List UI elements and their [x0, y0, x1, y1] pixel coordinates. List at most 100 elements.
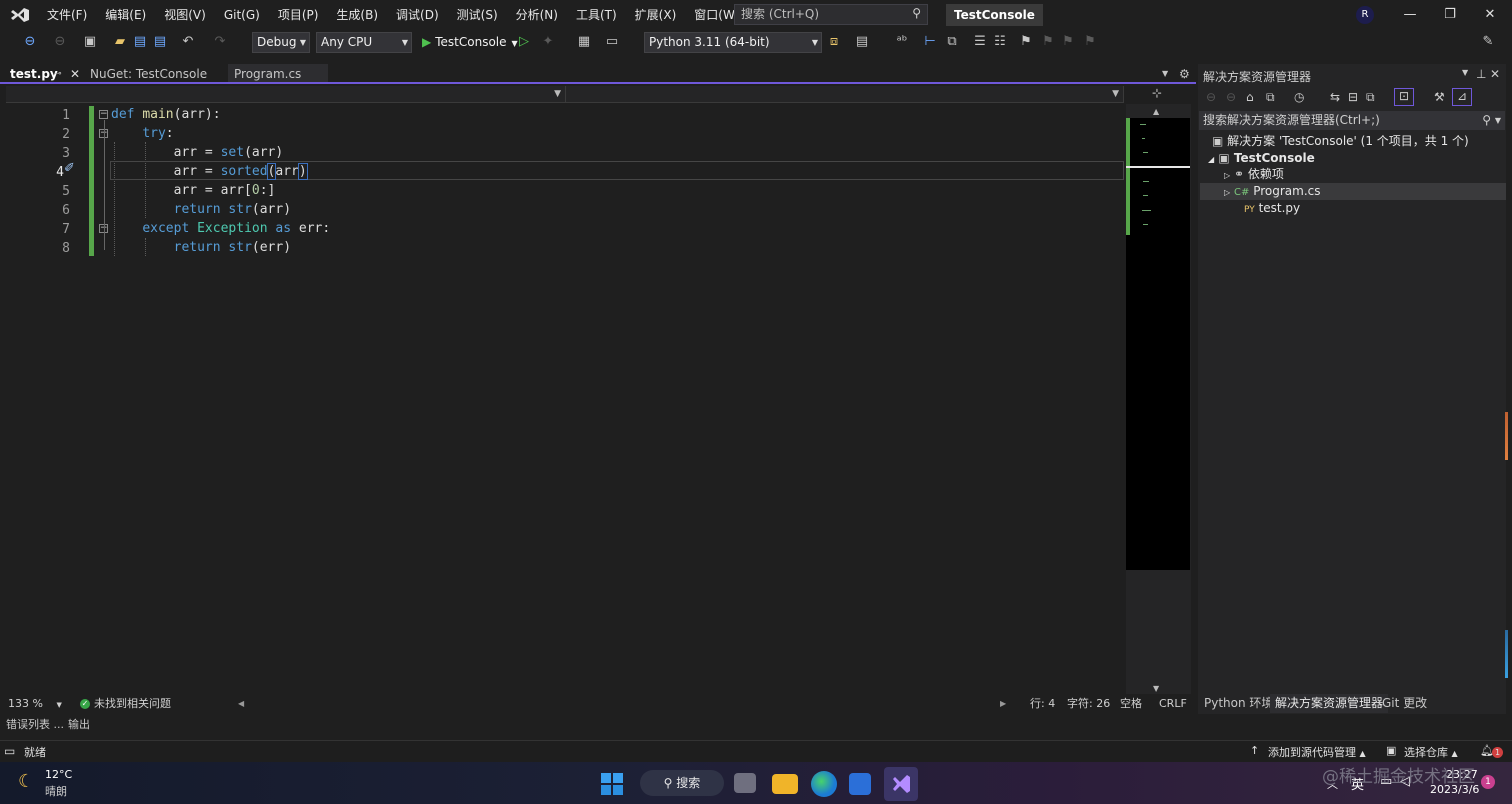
forward-icon[interactable]: ⊖ [1226, 90, 1236, 104]
properties-icon[interactable]: ⊡ [1394, 88, 1414, 106]
layout-icon[interactable]: ▤ [854, 34, 870, 50]
menu-build[interactable]: 生成(B) [327, 0, 387, 30]
line-ending-indicator[interactable]: CRLF [1159, 695, 1187, 712]
whitespace-indicator[interactable]: 空格 [1120, 695, 1142, 712]
forward-icon[interactable]: ⊖ [52, 34, 68, 50]
config-select[interactable]: Debug ▼ [252, 32, 310, 53]
solution-search-input[interactable]: 搜索解决方案资源管理器(Ctrl+;) ⚲ ▼ [1199, 111, 1505, 130]
taskbar-search[interactable]: ⚲ 搜索 [640, 770, 724, 796]
tab-program-cs[interactable]: Program.cs [228, 64, 328, 84]
menu-file[interactable]: 文件(F) [38, 0, 96, 30]
scope-dropdown[interactable]: ▼ [6, 86, 566, 103]
tab-list-dropdown-icon[interactable]: ▼ [1162, 64, 1178, 84]
tab-solution-explorer[interactable]: 解决方案资源管理器 [1270, 694, 1389, 713]
close-window-icon[interactable]: ✕ [1470, 0, 1510, 30]
file-explorer-icon[interactable] [772, 774, 798, 794]
platform-select[interactable]: Any CPU ▼ [316, 32, 412, 53]
restore-icon[interactable]: ❐ [1430, 0, 1470, 30]
save-icon[interactable]: ▤ [132, 34, 148, 50]
start-without-debug-icon[interactable]: ▷ [516, 34, 532, 50]
back-icon[interactable]: ⊖ [1206, 90, 1216, 104]
scroll-down-icon[interactable]: ▼ [1153, 684, 1159, 693]
close-tab-icon[interactable]: ✕ [70, 64, 80, 84]
start-debug-button[interactable]: ▶ TestConsole ▼ [422, 32, 518, 53]
menu-analyze[interactable]: 分析(N) [507, 0, 567, 30]
fold-toggle-icon[interactable]: − [99, 110, 108, 119]
tab-nuget[interactable]: NuGet: TestConsole [84, 64, 228, 84]
align-left-icon[interactable]: ⊢ [922, 34, 938, 50]
bookmark-prev-icon[interactable]: ⚑ [1040, 34, 1056, 50]
tree-item-dependencies[interactable]: ▷ ⚭ 依赖项 [1224, 166, 1284, 183]
split-window-icon[interactable]: ⊹ [1152, 86, 1162, 100]
solution-folder-icon[interactable]: ▦ [576, 34, 592, 50]
bookmark-clear-icon[interactable]: ⚑ [1082, 34, 1098, 50]
tab-error-list[interactable]: 错误列表 ... [6, 716, 64, 734]
collapse-all-icon[interactable]: ⊟ [1348, 90, 1358, 104]
weather-desc[interactable]: 晴朗 [45, 783, 67, 799]
hot-reload-icon[interactable]: ✦ [540, 34, 556, 50]
window-layout-icon[interactable]: ▭ [604, 34, 620, 50]
edge-browser-icon[interactable] [811, 771, 837, 797]
code-editor[interactable]: 1 2 3 4 5 6 7 8 ✐ − − − def main(arr): t… [6, 104, 1125, 694]
tab-output[interactable]: 输出 [68, 716, 90, 734]
menu-extensions[interactable]: 扩展(X) [626, 0, 686, 30]
add-to-source-control[interactable]: 添加到源代码管理 ▲ [1268, 744, 1366, 760]
notification-badge[interactable]: 1 [1481, 775, 1495, 789]
redo-icon[interactable]: ↷ [212, 34, 228, 50]
sync-icon[interactable]: ⇆ [1330, 90, 1340, 104]
scroll-up-icon[interactable]: ▲ [1153, 107, 1159, 116]
close-panel-icon[interactable]: ✕ [1490, 67, 1500, 81]
bookmark-icon[interactable]: ⚑ [1018, 34, 1034, 50]
scroll-right-icon[interactable]: ▶ [1000, 695, 1006, 712]
menu-edit[interactable]: 编辑(E) [96, 0, 155, 30]
package-icon[interactable]: ⧈ [826, 34, 842, 50]
tree-item-program-cs[interactable]: ▷ C# Program.cs [1224, 183, 1320, 200]
menu-tools[interactable]: 工具(T) [567, 0, 626, 30]
settings-gear-icon[interactable]: ⚙ [1179, 64, 1195, 84]
column-indicator[interactable]: 字符: 26 [1067, 695, 1110, 712]
pending-changes-icon[interactable]: ◷ [1294, 90, 1304, 104]
panel-menu-icon[interactable]: ▼ [1462, 68, 1468, 77]
menu-project[interactable]: 项目(P) [269, 0, 328, 30]
uncomment-icon[interactable]: ☷ [992, 34, 1008, 50]
search-input[interactable]: 搜索 (Ctrl+Q) ⚲ [734, 4, 928, 25]
bookmark-next-icon[interactable]: ⚑ [1060, 34, 1076, 50]
pin-icon[interactable]: ⊸ [54, 64, 62, 84]
open-folder-icon[interactable]: ▰ [112, 34, 128, 50]
minimize-icon[interactable]: — [1390, 0, 1430, 30]
tab-git-changes[interactable]: Git 更改 [1377, 694, 1432, 713]
tree-item-solution[interactable]: ▣ 解决方案 'TestConsole' (1 个项目，共 1 个) [1212, 133, 1469, 150]
preview-icon[interactable]: ⊿ [1452, 88, 1472, 106]
new-project-icon[interactable]: ▣ [82, 34, 98, 50]
collapsed-arrow-icon[interactable]: ▷ [1224, 171, 1230, 180]
pin-icon[interactable]: ⊥ [1476, 67, 1486, 81]
issues-indicator[interactable]: ✓ 未找到相关问题 [80, 695, 171, 712]
back-icon[interactable]: ⊖ [22, 34, 38, 50]
store-icon[interactable] [849, 773, 871, 795]
tab-test-py[interactable]: test.py ⊸ ✕ [4, 64, 84, 84]
switch-views-icon[interactable]: ⧉ [1266, 90, 1275, 105]
visual-studio-taskbar-icon[interactable] [884, 767, 918, 801]
select-repository[interactable]: 选择仓库 ▲ [1404, 744, 1458, 760]
feedback-icon[interactable]: ✎ [1480, 34, 1496, 50]
menu-git[interactable]: Git(G) [215, 0, 269, 30]
member-dropdown[interactable]: ▼ [566, 86, 1124, 103]
spellcheck-icon[interactable]: ᵃᵇ [894, 34, 910, 50]
menu-debug[interactable]: 调试(D) [387, 0, 448, 30]
minimap-preview[interactable] [1126, 118, 1190, 570]
undo-icon[interactable]: ↶ [180, 34, 196, 50]
tab-python-environments[interactable]: Python 环境 [1199, 694, 1278, 713]
menu-test[interactable]: 测试(S) [448, 0, 507, 30]
tree-item-project[interactable]: ◢ ▣ TestConsole [1208, 150, 1315, 167]
avatar[interactable]: R [1356, 6, 1374, 24]
tree-item-test-py[interactable]: PY test.py [1244, 200, 1300, 217]
menu-view[interactable]: 视图(V) [155, 0, 215, 30]
home-icon[interactable]: ⌂ [1246, 90, 1254, 104]
python-env-select[interactable]: Python 3.11 (64-bit) ▼ [644, 32, 822, 53]
comment-icon[interactable]: ☰ [972, 34, 988, 50]
wrench-icon[interactable]: ⚒ [1434, 90, 1445, 104]
show-all-files-icon[interactable]: ⧉ [1366, 90, 1375, 105]
weather-temp[interactable]: 12°C [45, 768, 72, 781]
windows-start-icon[interactable] [600, 772, 624, 796]
line-indicator[interactable]: 行: 4 [1030, 695, 1055, 712]
